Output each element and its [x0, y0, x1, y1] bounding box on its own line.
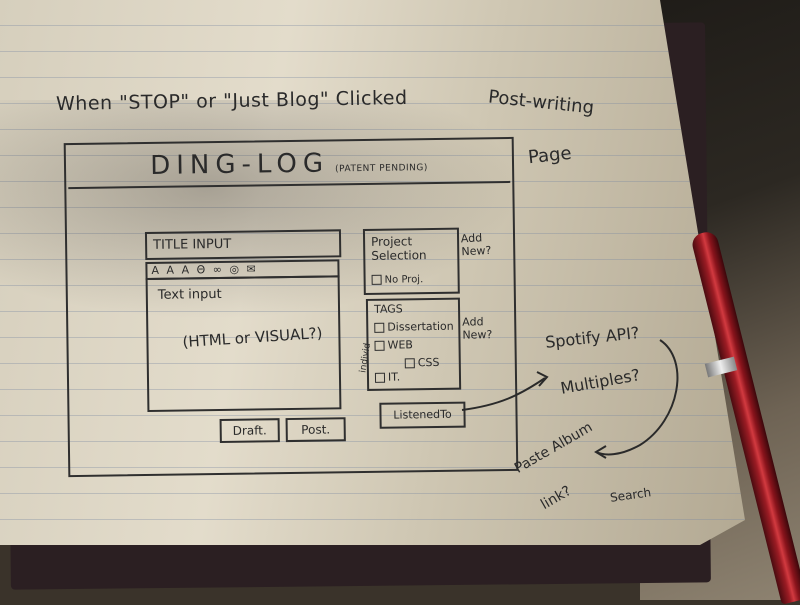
listened-to-field[interactable]: ListenedTo	[379, 401, 466, 429]
arrow-head-icon	[536, 371, 549, 387]
page-title-line2: Page	[527, 142, 573, 169]
checkbox-icon[interactable]	[374, 322, 385, 333]
tag-label: WEB	[387, 338, 414, 352]
tag-option[interactable]: Dissertation	[374, 320, 454, 334]
tag-option[interactable]: CSS	[404, 355, 440, 370]
checkbox-icon[interactable]	[371, 274, 382, 285]
search-annotation: Search	[609, 485, 653, 505]
checkbox-icon[interactable]	[404, 358, 415, 369]
checkbox-icon[interactable]	[374, 340, 385, 351]
app-title: DING-LOG	[150, 148, 330, 181]
checkbox-icon[interactable]	[374, 372, 386, 383]
media-icon[interactable]: ◎	[229, 263, 239, 276]
app-header: DING-LOG (PATENT PENDING)	[67, 140, 511, 190]
tags-label: TAGS	[373, 302, 403, 316]
bold-icon[interactable]: A	[151, 264, 159, 277]
add-new-project-link[interactable]: Add New?	[461, 230, 502, 258]
text-input-label: Text input	[157, 286, 222, 303]
image-icon[interactable]: ✉	[246, 262, 255, 275]
title-input[interactable]: TITLE INPUT	[144, 229, 342, 261]
no-project-option[interactable]: No Proj.	[371, 274, 424, 286]
tag-option[interactable]: IT.	[374, 370, 401, 384]
post-button[interactable]: Post.	[285, 417, 346, 443]
patent-note: (PATENT PENDING)	[335, 163, 428, 175]
arrow-head-icon	[594, 445, 607, 459]
text-input-area[interactable]: Text input (HTML or VISUAL?)	[145, 275, 342, 413]
tag-option[interactable]: WEB	[374, 338, 413, 352]
tag-label: IT.	[387, 370, 401, 384]
no-project-label: No Proj.	[384, 274, 424, 286]
add-new-tag-link[interactable]: Add New?	[462, 315, 502, 341]
tag-label: CSS	[417, 355, 440, 370]
italic-icon[interactable]: A	[166, 264, 174, 277]
align-icon[interactable]: Θ	[196, 263, 205, 276]
project-selection-box[interactable]: Project Selection No Proj.	[362, 227, 460, 295]
notebook-page: When "STOP" or "Just Blog" Clicked Post-…	[0, 0, 745, 545]
tags-box: TAGS Dissertation WEB CSS IT.	[365, 297, 462, 391]
underline-icon[interactable]: A	[181, 263, 189, 276]
project-selection-label: Project Selection	[371, 234, 427, 263]
link-annotation: link?	[538, 483, 575, 513]
spotify-annotation: Spotify API?	[544, 323, 641, 352]
link-icon[interactable]: ∞	[213, 263, 222, 276]
tag-label: Dissertation	[387, 319, 454, 334]
draft-button[interactable]: Draft.	[219, 418, 280, 444]
multiples-annotation: Multiples?	[558, 365, 642, 398]
app-wireframe: DING-LOG (PATENT PENDING) TITLE INPUT A A…	[63, 136, 519, 478]
curved-arrow-to-paste	[595, 339, 679, 456]
paste-album-annotation: Paste Album	[511, 419, 596, 477]
text-input-hint: (HTML or VISUAL?)	[181, 323, 323, 352]
